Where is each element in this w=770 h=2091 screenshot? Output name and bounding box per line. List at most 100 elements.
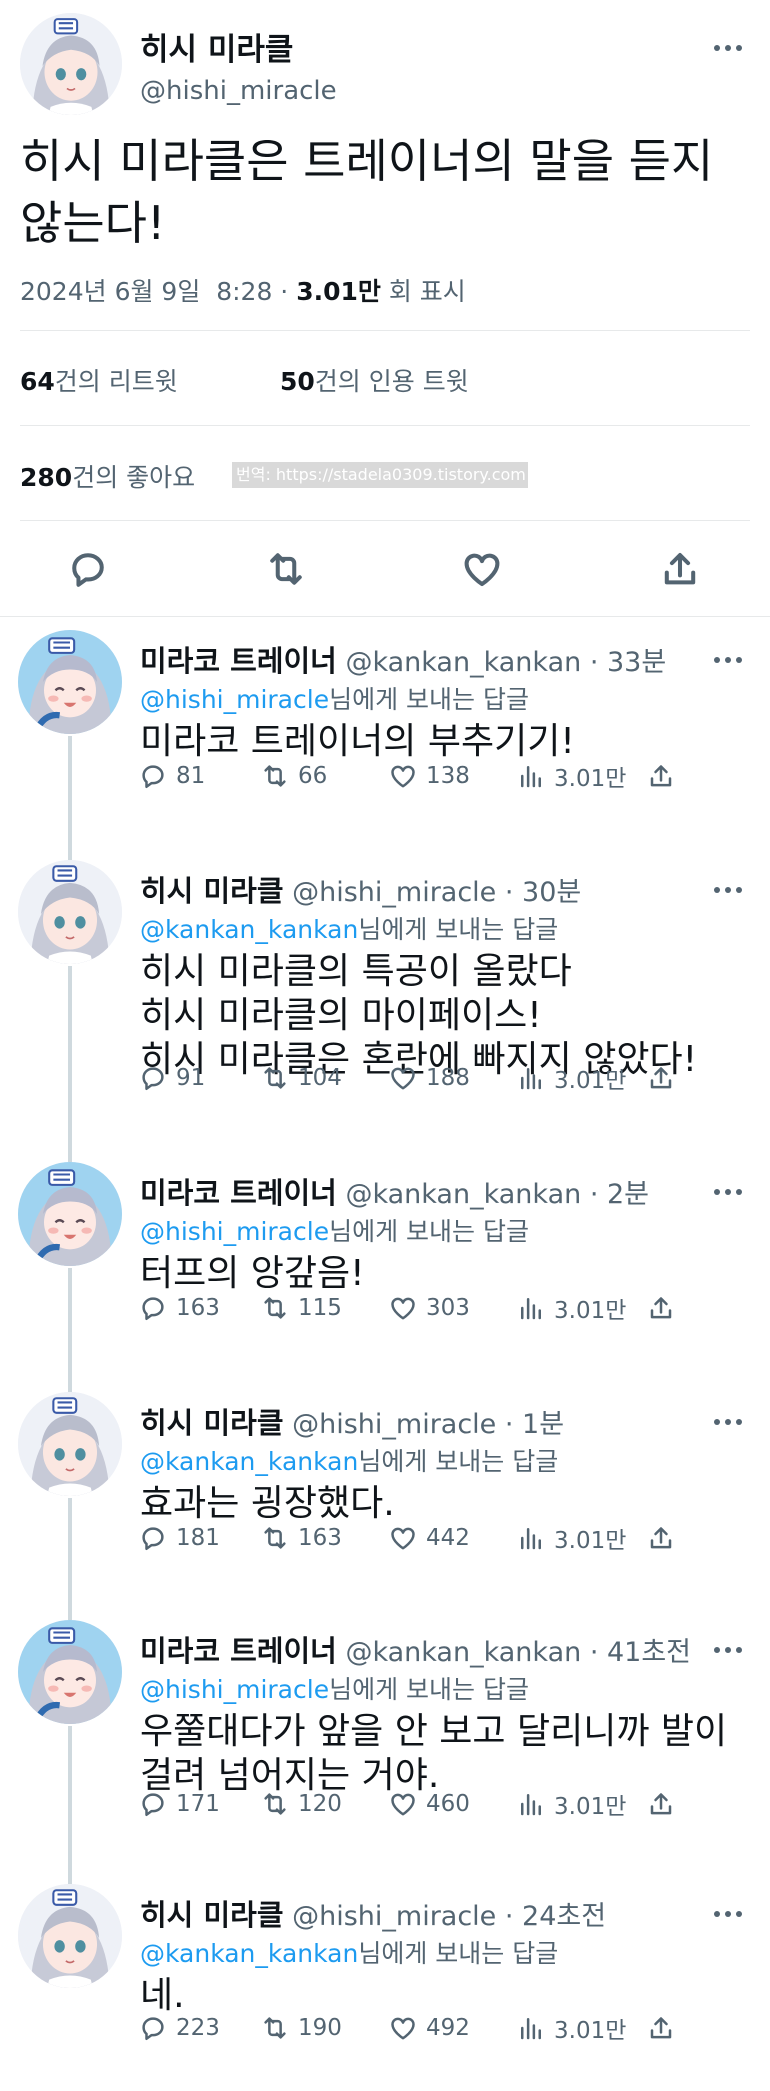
like-button[interactable]: 303 (388, 1290, 470, 1326)
more-icon[interactable] (710, 38, 746, 58)
views-button[interactable]: 3.01만 (516, 1520, 626, 1556)
like-icon[interactable] (460, 547, 504, 591)
share-button[interactable] (646, 1060, 684, 1096)
like-button[interactable]: 460 (388, 1786, 470, 1822)
like-button[interactable]: 138 (388, 758, 470, 794)
quote-stat[interactable]: 50건의 인용 트윗 (280, 362, 469, 398)
mention-link[interactable]: @hishi_miracle (140, 1217, 329, 1246)
more-icon[interactable] (710, 1640, 746, 1660)
retweet-button[interactable]: 120 (260, 1786, 342, 1822)
avatar[interactable] (18, 860, 122, 964)
reply-time[interactable]: · 41초전 (581, 1637, 691, 1668)
author-name[interactable]: 히시 미라클 (140, 874, 284, 908)
retweet-icon[interactable] (264, 547, 308, 591)
share-button[interactable] (646, 1290, 684, 1326)
retweet-icon (260, 1523, 290, 1553)
share-button[interactable] (646, 1786, 684, 1822)
reply-button[interactable]: 171 (138, 1786, 220, 1822)
reply-count: 91 (176, 1065, 206, 1091)
reply-tweet[interactable]: 미라코 트레이너 @kankan_kankan · 41초전 @hishi_mir… (0, 1610, 770, 1884)
views-button[interactable]: 3.01만 (516, 2010, 626, 2046)
avatar[interactable] (18, 630, 122, 734)
like-icon (388, 1789, 418, 1819)
author-handle[interactable]: @kankan_kankan (345, 1637, 581, 1668)
author-name[interactable]: 미라코 트레이너 (140, 1634, 337, 1668)
author-handle[interactable]: @hishi_miracle (292, 1901, 496, 1932)
author-name[interactable]: 히시 미라클 (140, 24, 293, 69)
author-handle[interactable]: @hishi_miracle (292, 1409, 496, 1440)
author-handle[interactable]: @kankan_kankan (345, 647, 581, 678)
author-handle[interactable]: @hishi_miracle (292, 877, 496, 908)
retweet-stat[interactable]: 64건의 리트윗 (20, 362, 178, 398)
retweet-button[interactable]: 104 (260, 1060, 342, 1096)
tweet-date[interactable]: 2024년 6월 9일 8:28 · (20, 277, 296, 306)
author-name[interactable]: 히시 미라클 (140, 1406, 284, 1440)
views-icon (516, 1063, 546, 1093)
more-icon[interactable] (710, 1412, 746, 1432)
retweet-button[interactable]: 66 (260, 758, 327, 794)
reply-icon[interactable] (66, 547, 110, 591)
reply-time[interactable]: · 24초전 (496, 1901, 606, 1932)
reply-time[interactable]: · 30분 (496, 877, 581, 908)
share-icon[interactable] (658, 547, 702, 591)
author-name[interactable]: 미라코 트레이너 (140, 644, 337, 678)
reply-time[interactable]: · 1분 (496, 1409, 564, 1440)
more-icon[interactable] (710, 880, 746, 900)
like-stat[interactable]: 280건의 좋아요 (20, 458, 195, 494)
views-icon (516, 2013, 546, 2043)
author-handle[interactable]: @kankan_kankan (345, 1179, 581, 1210)
reply-tweet[interactable]: 미라코 트레이너 @kankan_kankan · 2분 @hishi_mirac… (0, 1152, 770, 1392)
share-button[interactable] (646, 758, 684, 794)
like-button[interactable]: 442 (388, 1520, 470, 1556)
avatar[interactable] (18, 1620, 122, 1724)
divider (20, 520, 750, 521)
retweet-count: 115 (298, 1295, 342, 1321)
divider (20, 330, 750, 331)
reply-button[interactable]: 81 (138, 758, 205, 794)
mention-link[interactable]: @hishi_miracle (140, 685, 329, 714)
like-count: 303 (426, 1295, 470, 1321)
mention-link[interactable]: @kankan_kankan (140, 1939, 358, 1968)
reply-header: 히시 미라클 @hishi_miracle · 30분 (140, 868, 581, 910)
mention-link[interactable]: @kankan_kankan (140, 915, 358, 944)
replying-to-label: 님에게 보내는 답글 (358, 1939, 559, 1968)
avatar[interactable] (18, 1392, 122, 1496)
views-button[interactable]: 3.01만 (516, 758, 626, 794)
reply-tweet[interactable]: 히시 미라클 @hishi_miracle · 24초전 @kankan_kank… (0, 1874, 770, 2091)
views-button[interactable]: 3.01만 (516, 1290, 626, 1326)
like-button[interactable]: 492 (388, 2010, 470, 2046)
reply-button[interactable]: 181 (138, 1520, 220, 1556)
mention-link[interactable]: @hishi_miracle (140, 1675, 329, 1704)
reply-count: 163 (176, 1295, 220, 1321)
share-button[interactable] (646, 1520, 684, 1556)
retweet-button[interactable]: 190 (260, 2010, 342, 2046)
retweet-button[interactable]: 115 (260, 1290, 342, 1326)
reply-tweet[interactable]: 히시 미라클 @hishi_miracle · 1분 @kankan_kankan… (0, 1382, 770, 1620)
reply-tweet[interactable]: 히시 미라클 @hishi_miracle · 30분 @kankan_kanka… (0, 850, 770, 1162)
reply-header: 히시 미라클 @hishi_miracle · 24초전 (140, 1892, 606, 1934)
reply-button[interactable]: 163 (138, 1290, 220, 1326)
reply-tweet[interactable]: 미라코 트레이너 @kankan_kankan · 33분 @hishi_mira… (0, 620, 770, 860)
author-name[interactable]: 미라코 트레이너 (140, 1176, 337, 1210)
reply-button[interactable]: 223 (138, 2010, 220, 2046)
retweet-button[interactable]: 163 (260, 1520, 342, 1556)
author-name[interactable]: 히시 미라클 (140, 1898, 284, 1932)
reply-time[interactable]: · 33분 (581, 647, 666, 678)
more-icon[interactable] (710, 650, 746, 670)
author-handle[interactable]: @hishi_miracle (140, 76, 337, 106)
reply-button[interactable]: 91 (138, 1060, 205, 1096)
avatar[interactable] (20, 13, 122, 115)
view-label: 회 표시 (380, 277, 466, 306)
avatar[interactable] (18, 1884, 122, 1988)
like-count: 280 (20, 463, 73, 492)
share-button[interactable] (646, 2010, 684, 2046)
mention-link[interactable]: @kankan_kankan (140, 1447, 358, 1476)
more-icon[interactable] (710, 1904, 746, 1924)
thread-line (68, 966, 72, 1162)
avatar[interactable] (18, 1162, 122, 1266)
reply-time[interactable]: · 2분 (581, 1179, 649, 1210)
more-icon[interactable] (710, 1182, 746, 1202)
like-button[interactable]: 188 (388, 1060, 470, 1096)
views-button[interactable]: 3.01만 (516, 1060, 626, 1096)
views-button[interactable]: 3.01만 (516, 1786, 626, 1822)
